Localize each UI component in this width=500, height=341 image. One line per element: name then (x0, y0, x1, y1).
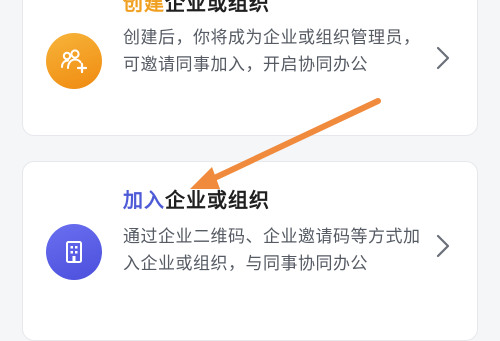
title-rest: 企业或组织 (165, 188, 270, 212)
card-description: 通过企业二维码、企业邀请码等方式加入企业或组织，与同事协同办公 (123, 227, 421, 274)
card-title: 加入企业或组织 (123, 184, 270, 213)
join-organization-card[interactable]: 加入企业或组织 通过企业二维码、企业邀请码等方式加入企业或组织，与同事协同办公 (22, 161, 478, 341)
chevron-right-icon (436, 234, 450, 258)
team-add-icon (46, 33, 102, 89)
card-description: 创建后，你将成为企业或组织管理员，可邀请同事加入，开启协同办公 (123, 28, 421, 75)
create-organization-card[interactable]: 创建企业或组织 创建后，你将成为企业或组织管理员，可邀请同事加入，开启协同办公 (22, 0, 478, 136)
title-accent: 加入 (123, 188, 165, 212)
chevron-right-icon (436, 46, 450, 70)
title-rest: 企业或组织 (165, 0, 270, 15)
building-icon (46, 224, 102, 280)
card-title: 创建企业或组织 (123, 0, 270, 16)
title-accent: 创建 (123, 0, 165, 15)
